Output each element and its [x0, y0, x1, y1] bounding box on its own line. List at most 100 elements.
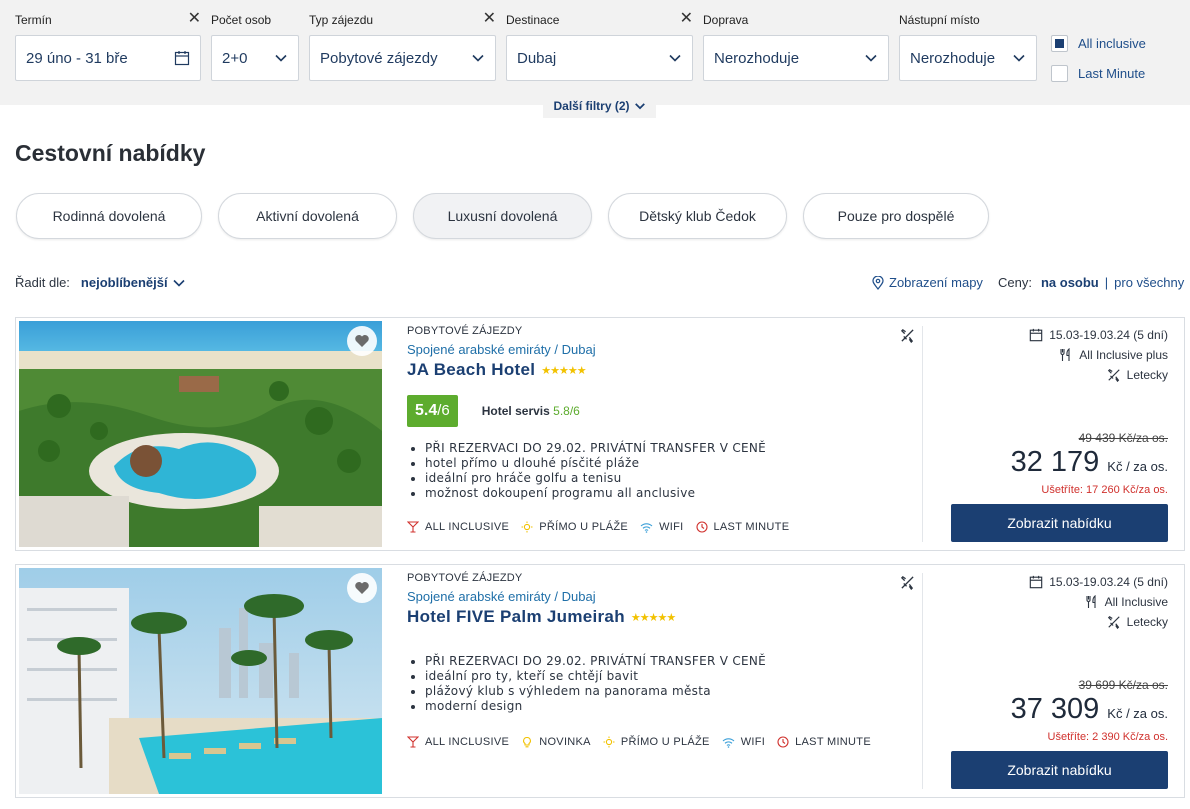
plane-icon	[1107, 615, 1120, 629]
rating-badge: 5.4/6	[407, 395, 458, 427]
old-price: 49 439 Kč/za os.	[1078, 431, 1168, 445]
offer-card: POBYTOVÉ ZÁJEZDY Spojené arabské emiráty…	[15, 317, 1185, 551]
chip-adults-only[interactable]: Pouze pro dospělé	[803, 193, 989, 239]
list-item: moderní design	[425, 699, 907, 714]
filter-bar: Termín ✕ 29 úno - 31 bře Počet osob 2+0 T…	[0, 0, 1190, 105]
checkbox-label: Last Minute	[1078, 65, 1146, 81]
plane-icon	[900, 329, 914, 343]
board: All Inclusive plus	[1079, 348, 1168, 362]
filter-persons: Počet osob 2+0	[211, 12, 299, 81]
departure-select[interactable]: Nerozhoduje	[899, 35, 1037, 81]
all-inclusive-checkbox[interactable]: All inclusive	[1051, 34, 1146, 52]
offer-summary: 15.03-19.03.24 (5 dní) All Inclusive plu…	[948, 325, 1168, 385]
separator: |	[1104, 275, 1109, 290]
page-title: Cestovní nabídky	[15, 140, 206, 166]
chip-kids-club[interactable]: Dětský klub Čedok	[608, 193, 787, 239]
location-link[interactable]: Spojené arabské emiráty / Dubaj	[407, 342, 907, 357]
amenity-label: ALL INCLUSIVE	[425, 736, 510, 748]
sun-icon	[521, 521, 533, 533]
hotel-name-link[interactable]: Hotel FIVE Palm Jumeirah ★★★★★	[407, 607, 907, 627]
hotel-photo[interactable]	[19, 321, 382, 547]
price-unit: Kč / za os.	[1107, 706, 1168, 721]
favorite-heart-icon[interactable]	[347, 326, 377, 356]
service-value: 5.8/6	[553, 404, 580, 418]
per-person-option[interactable]: na osobu	[1041, 275, 1099, 290]
filter-label: Termín	[15, 13, 52, 27]
chip-family[interactable]: Rodinná dovolená	[16, 193, 202, 239]
star-rating: ★★★★★	[541, 364, 586, 377]
dates: 15.03-19.03.24 (5 dní)	[1049, 328, 1168, 342]
transport-row: Letecky	[948, 365, 1168, 385]
hotel-photo[interactable]	[19, 568, 382, 794]
sort-select[interactable]: nejoblíbenější	[81, 275, 186, 290]
amenity: LAST MINUTE	[695, 521, 790, 533]
hotel-name-link[interactable]: JA Beach Hotel ★★★★★	[407, 360, 907, 380]
trip-type-select[interactable]: Pobytové zájezdy	[309, 35, 496, 81]
map-link-label: Zobrazení mapy	[889, 275, 983, 290]
board: All Inclusive	[1104, 595, 1168, 609]
board-row: All Inclusive	[948, 592, 1168, 612]
chip-active[interactable]: Aktivní dovolená	[218, 193, 397, 239]
transport: Letecky	[1126, 368, 1168, 382]
calendar-icon	[174, 51, 190, 66]
amenity-label: WIFI	[740, 736, 766, 748]
chevron-down-icon	[472, 54, 484, 62]
offer-summary: 15.03-19.03.24 (5 dní) All Inclusive Let…	[948, 572, 1168, 632]
destination-select[interactable]: Dubaj	[506, 35, 693, 81]
filter-label: Nástupní místo	[899, 13, 980, 27]
transport-select[interactable]: Nerozhoduje	[703, 35, 889, 81]
chevron-down-icon	[173, 279, 185, 287]
calendar-icon	[1029, 575, 1043, 589]
checkbox-box[interactable]	[1051, 34, 1068, 52]
term-field[interactable]: 29 úno - 31 bře	[15, 35, 201, 81]
plane-icon	[1107, 368, 1120, 382]
dates: 15.03-19.03.24 (5 dní)	[1049, 575, 1168, 589]
amenity: NOVINKA	[521, 736, 591, 748]
star-rating: ★★★★★	[630, 611, 676, 624]
show-offer-button[interactable]: Zobrazit nabídku	[951, 751, 1168, 789]
more-filters-label: Další filtry (2)	[553, 99, 630, 113]
show-offer-button[interactable]: Zobrazit nabídku	[951, 504, 1168, 542]
persons-value: 2+0	[222, 49, 248, 67]
last-minute-checkbox[interactable]: Last Minute	[1051, 64, 1146, 82]
plane-icon	[900, 576, 914, 590]
price: 32 179 Kč / za os.	[1011, 446, 1168, 479]
location-link[interactable]: Spojené arabské emiráty / Dubaj	[407, 589, 907, 604]
offer-info: POBYTOVÉ ZÁJEZDY Spojené arabské emiráty…	[407, 572, 907, 714]
sort-label: Řadit dle:	[15, 275, 70, 290]
chip-luxury[interactable]: Luxusní dovolená	[413, 193, 592, 239]
chevron-down-icon	[865, 54, 877, 62]
departure-value: Nerozhoduje	[910, 49, 996, 67]
calendar-icon	[1029, 328, 1043, 342]
sun-icon	[603, 736, 615, 748]
savings: Ušetříte: 17 260 Kč/za os.	[1041, 484, 1168, 496]
more-filters-button[interactable]: Další filtry (2)	[543, 94, 656, 118]
filter-trip-type: Typ zájezdu ✕ Pobytové zájezdy	[309, 11, 496, 81]
clear-icon[interactable]: ✕	[188, 11, 201, 27]
amenity: ALL INCLUSIVE	[407, 521, 509, 533]
offer-card: POBYTOVÉ ZÁJEZDY Spojené arabské emiráty…	[15, 564, 1185, 798]
list-item: plážový klub s výhledem na panorama měst…	[425, 684, 907, 699]
lightbulb-icon	[523, 736, 532, 748]
map-view-link[interactable]: Zobrazení mapy	[872, 275, 983, 290]
trip-type: POBYTOVÉ ZÁJEZDY	[407, 325, 523, 337]
price-amount: 37 309	[1010, 693, 1100, 725]
resort-pool-image	[19, 321, 382, 547]
highlights-list: PŘI REZERVACI DO 29.02. PRIVÁTNÍ TRANSFE…	[425, 441, 907, 501]
filter-term: Termín ✕ 29 úno - 31 bře	[15, 11, 201, 81]
transport-row: Letecky	[948, 612, 1168, 632]
persons-select[interactable]: 2+0	[211, 35, 299, 81]
old-price: 39 699 Kč/za os.	[1078, 678, 1168, 692]
rating-score: 5.4	[415, 402, 438, 419]
amenity: PŘÍMO U PLÁŽE	[603, 736, 710, 748]
checkbox-box[interactable]	[1051, 64, 1068, 82]
amenity-label: PŘÍMO U PLÁŽE	[539, 521, 629, 533]
for-all-option[interactable]: pro všechny	[1114, 275, 1184, 290]
cocktail-icon	[407, 736, 419, 748]
quick-checkboxes: All inclusive Last Minute	[1051, 34, 1146, 94]
clock-icon	[777, 736, 789, 748]
favorite-heart-icon[interactable]	[347, 573, 377, 603]
clear-icon[interactable]: ✕	[483, 11, 496, 27]
hotel-name: JA Beach Hotel	[407, 360, 536, 379]
clear-icon[interactable]: ✕	[680, 11, 693, 27]
